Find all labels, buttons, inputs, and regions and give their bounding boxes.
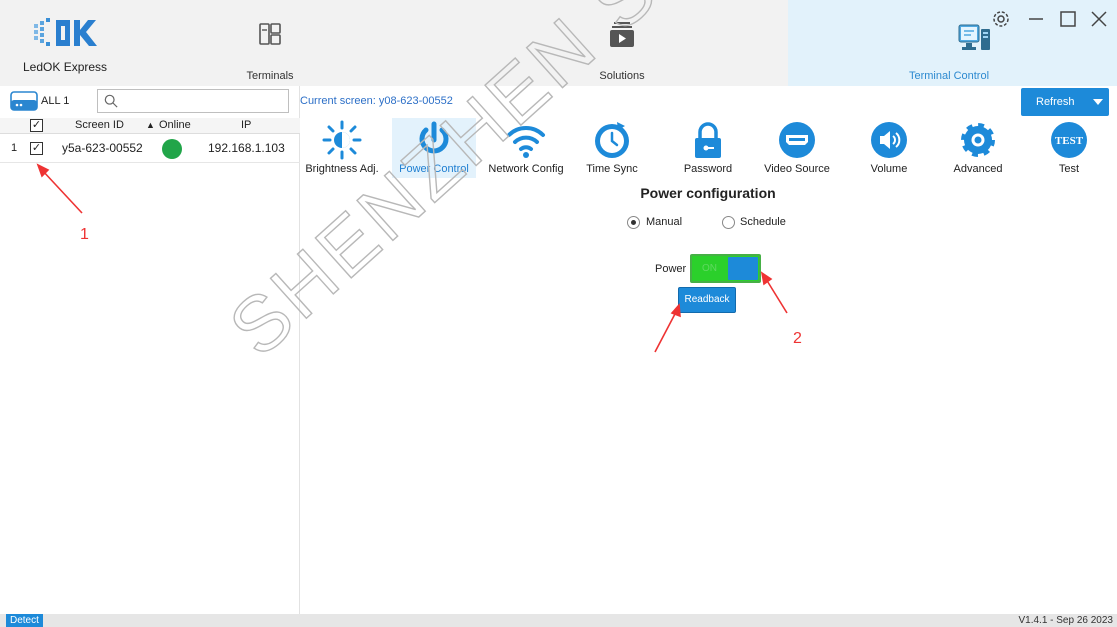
wifi-icon: [507, 125, 545, 158]
terminal-table-header: ✓ Screen ID ▲ Online IP: [0, 118, 300, 134]
maximize-icon[interactable]: [1057, 8, 1079, 30]
sort-ascending-icon[interactable]: ▲: [146, 120, 155, 130]
solutions-icon: [610, 22, 634, 47]
row-index: 1: [11, 142, 18, 154]
online-status-icon: [162, 139, 182, 159]
row-ip: 192.168.1.103: [208, 141, 285, 155]
tool-time-sync[interactable]: Time Sync: [570, 118, 654, 178]
annotation-arrowhead-2b: [760, 271, 773, 286]
tool-volume-label: Volume: [870, 163, 908, 175]
current-screen-label: Current screen: y08-623-00552: [300, 95, 453, 107]
tool-video-source-label: Video Source: [764, 163, 830, 175]
annotation-label-1: 1: [80, 226, 89, 243]
tool-volume[interactable]: Volume: [847, 118, 931, 178]
power-toggle[interactable]: ON: [690, 254, 761, 283]
power-state-text: ON: [702, 263, 717, 274]
tool-video-source[interactable]: Video Source: [755, 118, 839, 178]
control-toolbar: Brightness Adj. Power Control Network Co…: [300, 118, 1117, 178]
app-logo: LedOK Express: [20, 12, 130, 78]
tool-password[interactable]: Password: [666, 118, 750, 178]
brightness-icon: [322, 120, 362, 160]
annotation-arrow-2b: [765, 278, 788, 314]
tab-solutions-label: Solutions: [599, 70, 645, 82]
all-terminals-count: ALL 1: [41, 95, 70, 107]
gear-icon: [961, 123, 995, 157]
tool-power-control-label: Power Control: [399, 163, 469, 175]
row-checkbox[interactable]: ✓: [30, 142, 43, 155]
refresh-label: Refresh: [1036, 96, 1075, 108]
tool-advanced[interactable]: Advanced: [936, 118, 1020, 178]
tool-network-config[interactable]: Network Config: [484, 118, 568, 178]
test-icon: TEST: [1051, 122, 1087, 158]
close-icon[interactable]: [1088, 8, 1110, 30]
tool-test[interactable]: TEST Test: [1027, 118, 1111, 178]
terminal-list-toolbar: ALL 1: [0, 86, 300, 116]
power-label: Power: [655, 263, 687, 275]
tab-terminals-label: Terminals: [246, 70, 294, 82]
radio-schedule-label: Schedule: [740, 216, 786, 228]
radio-manual-label: Manual: [646, 216, 683, 228]
annotation-arrow-2a: [654, 311, 677, 353]
lock-icon: [695, 122, 721, 158]
column-screen-id[interactable]: Screen ID: [75, 119, 124, 131]
search-box: [97, 89, 289, 113]
row-screen-id: y5a-623-00552: [62, 141, 143, 155]
settings-icon[interactable]: [990, 8, 1012, 30]
speaker-icon: [871, 122, 907, 158]
svg-text:TEST: TEST: [1055, 135, 1084, 147]
dropdown-caret-icon[interactable]: [1093, 99, 1103, 105]
refresh-button[interactable]: Refresh: [1021, 88, 1109, 116]
readback-button[interactable]: Readback: [678, 287, 736, 313]
terminal-list-panel: ALL 1 ✓ Screen ID ▲ Online IP 1 ✓ y5a-62…: [0, 86, 300, 614]
tool-time-sync-label: Time Sync: [586, 163, 638, 175]
clock-icon: [595, 122, 629, 158]
tool-network-config-label: Network Config: [488, 163, 564, 175]
column-online[interactable]: Online: [159, 119, 191, 131]
table-row[interactable]: 1 ✓ y5a-623-00552 192.168.1.103: [0, 134, 300, 163]
ledok-logo-icon: [34, 18, 97, 46]
search-icon: [104, 94, 118, 108]
terminal-control-icon: [958, 24, 990, 50]
radio-manual-button[interactable]: [627, 216, 640, 229]
app-name: LedOK Express: [23, 60, 108, 74]
status-bar: Detect V1.4.1 - Sep 26 2023: [0, 614, 1117, 627]
select-all-checkbox[interactable]: ✓: [30, 119, 43, 132]
all-terminals-icon[interactable]: [10, 91, 38, 111]
top-navigation-bar: LedOK Express Terminals Solutions Termin…: [0, 0, 1117, 86]
minimize-icon[interactable]: [1025, 8, 1047, 30]
tab-terminals[interactable]: Terminals: [200, 0, 340, 86]
tool-test-label: Test: [1058, 163, 1080, 175]
column-ip[interactable]: IP: [241, 119, 251, 131]
annotation-label-2: 2: [793, 330, 802, 347]
power-toggle-knob[interactable]: [728, 257, 758, 280]
terminals-icon: [259, 23, 281, 45]
tab-terminal-control-label: Terminal Control: [908, 70, 990, 82]
tool-advanced-label: Advanced: [953, 163, 1003, 175]
search-input[interactable]: [122, 92, 282, 110]
version-label: V1.4.1 - Sep 26 2023: [1018, 615, 1113, 626]
power-config-title: Power configuration: [640, 185, 776, 201]
tool-power-control[interactable]: Power Control: [392, 118, 476, 178]
tool-brightness[interactable]: Brightness Adj.: [300, 118, 384, 178]
tool-password-label: Password: [683, 163, 733, 175]
detect-button[interactable]: Detect: [6, 614, 43, 627]
tool-brightness-label: Brightness Adj.: [305, 163, 379, 175]
hdmi-icon: [779, 122, 815, 158]
tab-solutions[interactable]: Solutions: [552, 0, 692, 86]
power-icon: [419, 121, 449, 154]
radio-schedule-button[interactable]: [722, 216, 735, 229]
